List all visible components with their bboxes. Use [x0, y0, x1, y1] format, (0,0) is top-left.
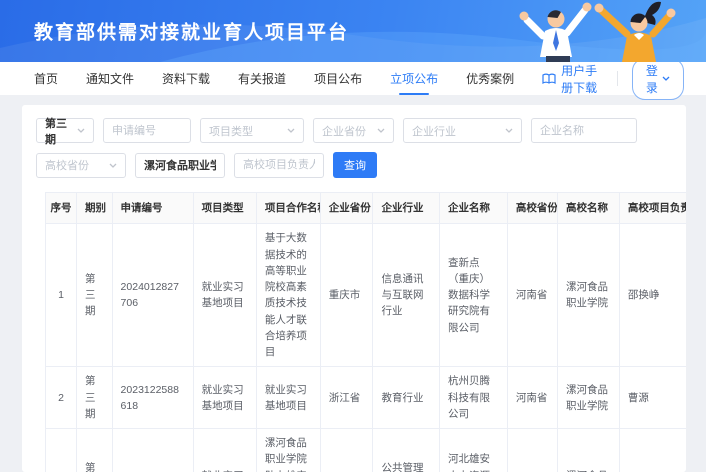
col-period: 期别 [76, 193, 112, 224]
table-cell: 河南省 [507, 367, 557, 429]
table-cell: 河南省 [507, 224, 557, 367]
table-cell: 信息通讯与互联网行业 [373, 224, 440, 367]
table-cell: 漯河食品职业学院助力雄安建设共建校企就业实习基地 [256, 429, 320, 472]
company-province-select[interactable]: 企业省份 [313, 118, 394, 143]
table-cell: 曹源 [619, 367, 686, 429]
project-type-select[interactable]: 项目类型 [200, 118, 304, 143]
col-company-industry: 企业行业 [373, 193, 440, 224]
chevron-down-icon [287, 128, 295, 133]
table-cell: 查新点（重庆）数据科学研究院有限公司 [440, 224, 508, 367]
login-label: 登录 [646, 62, 658, 96]
col-school-name: 高校名称 [557, 193, 619, 224]
col-apply-no: 申请编号 [112, 193, 193, 224]
table-cell: 第三期 [76, 224, 112, 367]
nav-divider [617, 71, 618, 86]
table-row: 2第三期2023122588618就业实习基地项目就业实习基地项目浙江省教育行业… [46, 367, 687, 429]
period-select-value: 第三期 [45, 115, 77, 147]
table-cell: 漯河食品职业学院 [557, 224, 619, 367]
table-cell: 2024011773518 [112, 429, 193, 472]
period-select[interactable]: 第三期 [36, 118, 94, 143]
table-cell: 2 [46, 367, 77, 429]
chevron-down-icon [377, 128, 385, 133]
table-cell: 宋夏楠 [619, 429, 686, 472]
banner: 教育部供需对接就业育人项目平台 [0, 0, 706, 62]
company-industry-select[interactable]: 企业行业 [403, 118, 522, 143]
col-project-type: 项目类型 [193, 193, 256, 224]
col-company-name: 企业名称 [440, 193, 508, 224]
table-cell: 就业实习基地项目 [193, 224, 256, 367]
results-table-body: 1第三期2024012827706就业实习基地项目基于大数据技术的高等职业院校高… [46, 224, 687, 472]
nav-reports[interactable]: 有关报道 [238, 62, 286, 95]
school-leader-input[interactable] [234, 153, 324, 178]
table-cell: 河南省 [507, 429, 557, 472]
login-button[interactable]: 登录 [632, 58, 684, 100]
table-cell: 浙江省 [320, 367, 373, 429]
col-index: 序号 [46, 193, 77, 224]
company-name-input[interactable] [531, 118, 637, 143]
table-cell: 第三期 [76, 367, 112, 429]
table-cell: 3 [46, 429, 77, 472]
table-cell: 就业实习基地项目 [256, 367, 320, 429]
nav-notices[interactable]: 通知文件 [86, 62, 134, 95]
school-province-placeholder: 高校省份 [45, 157, 89, 173]
school-province-select[interactable]: 高校省份 [36, 153, 126, 178]
search-button[interactable]: 查询 [333, 152, 377, 178]
table-cell: 河北雄安人力资源服务有限公司 [440, 429, 508, 472]
col-company-province: 企业省份 [320, 193, 373, 224]
table-cell: 漯河食品职业学院 [557, 367, 619, 429]
book-icon [542, 73, 556, 85]
filter-row-2: 高校省份 查询 [36, 152, 672, 178]
col-school-province: 高校省份 [507, 193, 557, 224]
table-cell: 基于大数据技术的高等职业院校高素质技术技能人才联合培养项目 [256, 224, 320, 367]
company-province-placeholder: 企业省份 [322, 123, 366, 139]
col-school-leader: 高校项目负责人 [619, 193, 686, 224]
chevron-down-icon [662, 76, 670, 81]
nav-approval-publish[interactable]: 立项公布 [390, 62, 438, 95]
table-cell: 2023122588618 [112, 367, 193, 429]
filter-row-1: 第三期 项目类型 企业省份 企业行业 [36, 118, 672, 143]
user-manual-download-label: 用户手册下载 [561, 62, 603, 96]
main-nav: 首页 通知文件 资料下载 有关报道 项目公布 立项公布 优秀案例 用户手册下载 … [0, 62, 706, 95]
table-cell: 杭州贝腾科技有限公司 [440, 367, 508, 429]
chevron-down-icon [109, 163, 117, 168]
page-body: 第三期 项目类型 企业省份 企业行业 高校省份 [0, 95, 706, 472]
results-table: 序号 期别 申请编号 项目类型 项目合作名称 企业省份 企业行业 企业名称 高校… [45, 192, 686, 472]
high-five-illustration-icon [459, 0, 694, 62]
table-cell: 第三期 [76, 429, 112, 472]
table-cell: 河北省 [320, 429, 373, 472]
content-card: 第三期 项目类型 企业省份 企业行业 高校省份 [22, 105, 686, 472]
chevron-down-icon [77, 128, 85, 133]
company-industry-placeholder: 企业行业 [412, 123, 456, 139]
platform-title: 教育部供需对接就业育人项目平台 [34, 18, 349, 45]
table-cell: 邵换峥 [619, 224, 686, 367]
nav-downloads[interactable]: 资料下载 [162, 62, 210, 95]
nav-right-group: 用户手册下载 登录 [542, 58, 684, 100]
table-cell: 就业实习基地项目 [193, 429, 256, 472]
table-cell: 漯河食品职业学院 [557, 429, 619, 472]
nav-best-cases[interactable]: 优秀案例 [466, 62, 514, 95]
table-header-row: 序号 期别 申请编号 项目类型 项目合作名称 企业省份 企业行业 企业名称 高校… [46, 193, 687, 224]
user-manual-download-link[interactable]: 用户手册下载 [542, 62, 603, 96]
table-cell: 2024012827706 [112, 224, 193, 367]
table-cell: 重庆市 [320, 224, 373, 367]
chevron-down-icon [505, 128, 513, 133]
table-cell: 就业实习基地项目 [193, 367, 256, 429]
table-cell: 公共管理与服务行业 [373, 429, 440, 472]
school-name-input[interactable] [135, 153, 225, 178]
table-cell: 1 [46, 224, 77, 367]
project-type-placeholder: 项目类型 [209, 123, 253, 139]
nav-project-publish[interactable]: 项目公布 [314, 62, 362, 95]
table-row: 3第三期2024011773518就业实习基地项目漯河食品职业学院助力雄安建设共… [46, 429, 687, 472]
table-row: 1第三期2024012827706就业实习基地项目基于大数据技术的高等职业院校高… [46, 224, 687, 367]
table-cell: 教育行业 [373, 367, 440, 429]
col-project-name: 项目合作名称 [256, 193, 320, 224]
results-table-wrapper: 序号 期别 申请编号 项目类型 项目合作名称 企业省份 企业行业 企业名称 高校… [36, 192, 672, 472]
nav-home[interactable]: 首页 [34, 62, 58, 95]
apply-number-input[interactable] [103, 118, 191, 143]
